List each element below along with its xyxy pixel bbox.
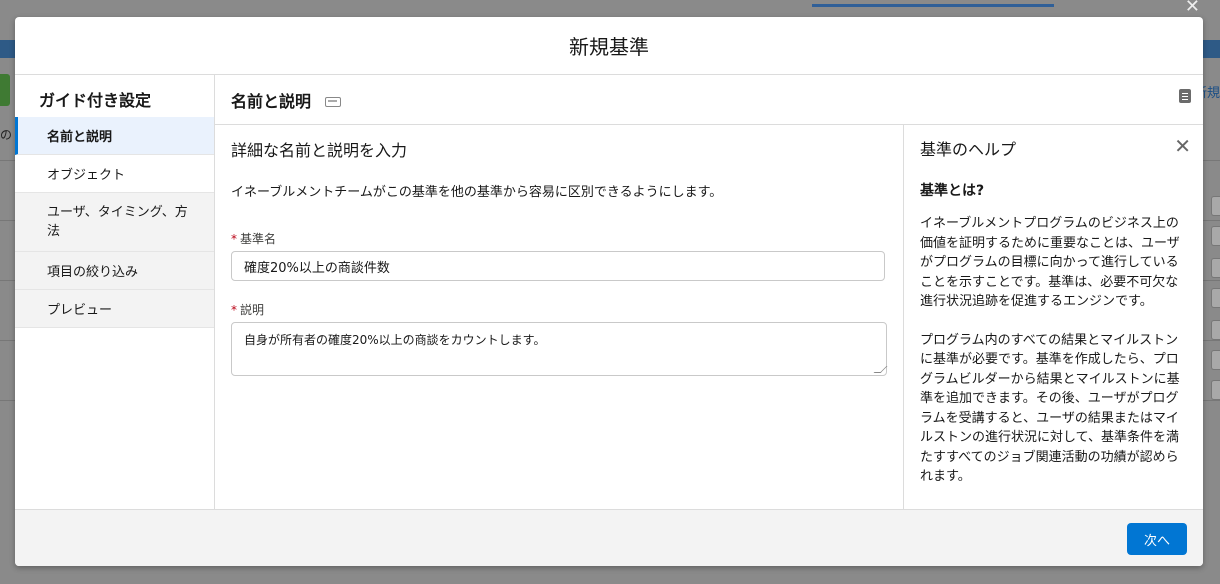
help-paragraph: プログラム内のすべての結果とマイルストンに基準が必要です。基準を作成したら、プロ…	[920, 332, 1180, 485]
background-dropdown	[1211, 320, 1220, 340]
criteria-name-label: * 基準名	[231, 230, 887, 247]
required-mark: *	[231, 303, 237, 317]
description-textarea[interactable]: 自身が所有者の確度20%以上の商談をカウントします。	[231, 322, 887, 376]
keyboard-icon[interactable]	[325, 96, 342, 107]
guide-step-label: 項目の絞り込み	[47, 265, 139, 280]
guide-step-preview[interactable]: プレビュー	[15, 290, 214, 328]
required-mark: *	[231, 232, 237, 246]
help-close-icon[interactable]: ✕	[1174, 134, 1191, 158]
guide-step-name-description[interactable]: 名前と説明	[15, 117, 214, 155]
criteria-name-value: 確度20%以上の商談件数	[244, 260, 390, 276]
background-green-button	[0, 74, 10, 106]
next-button[interactable]: 次へ	[1127, 523, 1187, 555]
modal-body: ガイド付き設定 名前と説明 オブジェクト ユーザ、タイミング、方法 項目の絞り込…	[15, 75, 1203, 509]
guide-step-label: 名前と説明	[47, 130, 113, 145]
help-title: 基準のヘルプ	[920, 140, 1017, 159]
guide-step-object[interactable]: オブジェクト	[15, 155, 214, 193]
name-description-form: 詳細な名前と説明を入力 イネーブルメントチームがこの基準を他の基準から容易に区別…	[231, 137, 887, 376]
guided-setup-nav: ガイド付き設定 名前と説明 オブジェクト ユーザ、タイミング、方法 項目の絞り込…	[15, 75, 215, 509]
document-icon[interactable]	[1179, 89, 1191, 103]
form-description: イネーブルメントチームがこの基準を他の基準から容易に区別できるようにします。	[231, 185, 723, 200]
help-paragraph: イネーブルメントプログラムのビジネス上の価値を証明するために重要なことは、ユーザ…	[920, 216, 1180, 309]
background-tab-indicator	[812, 4, 1054, 7]
guided-setup-title: ガイド付き設定	[39, 91, 152, 110]
description-label-text: 説明	[240, 303, 265, 317]
guide-step-label: オブジェクト	[47, 168, 126, 183]
help-panel: 基準のヘルプ ✕ 基準とは? イネーブルメントプログラムのビジネス上の価値を証明…	[903, 124, 1203, 509]
background-dropdown	[1211, 258, 1220, 278]
criteria-name-input[interactable]: 確度20%以上の商談件数	[231, 251, 885, 281]
guide-step-field-filter[interactable]: 項目の絞り込み	[15, 252, 214, 290]
modal-footer: 次へ	[15, 509, 1203, 566]
background-text: の	[0, 128, 13, 142]
guide-step-label: プレビュー	[47, 303, 113, 318]
form-title: 詳細な名前と説明を入力	[231, 141, 408, 160]
guide-step-user-timing-method[interactable]: ユーザ、タイミング、方法	[15, 193, 214, 252]
criteria-name-label-text: 基準名	[240, 232, 277, 246]
background-dropdown	[1211, 288, 1220, 308]
description-label: * 説明	[231, 301, 887, 318]
guide-step-label: ユーザ、タイミング、方法	[47, 205, 188, 239]
background-dropdown	[1211, 196, 1220, 216]
modal-header: 新規基準	[15, 17, 1203, 75]
new-criteria-modal: 新規基準 ガイド付き設定 名前と説明 オブジェクト ユーザ、タイミング、方法 項…	[15, 17, 1203, 566]
help-subtitle: 基準とは?	[920, 183, 985, 199]
modal-close-icon[interactable]: ✕	[1185, 0, 1200, 17]
modal-title: 新規基準	[569, 35, 649, 59]
description-value: 自身が所有者の確度20%以上の商談をカウントします。	[244, 333, 546, 347]
background-dropdown	[1211, 226, 1220, 246]
background-dropdown	[1211, 350, 1220, 370]
section-header: 名前と説明	[215, 75, 1203, 125]
step-content: 名前と説明 詳細な名前と説明を入力 イネーブルメントチームがこの基準を他の基準か…	[215, 75, 1203, 509]
section-title: 名前と説明	[231, 91, 312, 111]
background-dropdown	[1211, 380, 1220, 400]
